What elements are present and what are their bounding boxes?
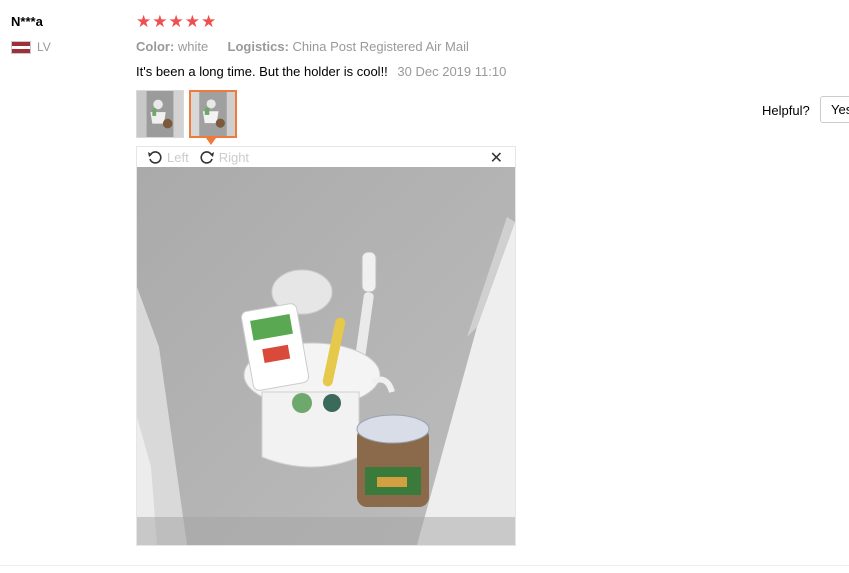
attr-key-color: Color:: [136, 39, 175, 54]
star-icon: ★: [168, 12, 184, 32]
photo-viewer: Left Right ✕: [136, 146, 516, 546]
photo-thumbnail[interactable]: [136, 90, 184, 138]
review-body: It's been a long time. But the holder is…: [136, 64, 506, 79]
helpful-label: Helpful?: [762, 103, 810, 118]
reviewer-country: LV: [11, 40, 51, 54]
review-date: 30 Dec 2019 11:10: [397, 64, 507, 79]
photo-thumbnail-image: [191, 92, 235, 136]
attr-key-logistics: Logistics:: [227, 39, 289, 54]
close-icon[interactable]: ✕: [490, 148, 503, 168]
photo-thumbnails: [136, 90, 237, 138]
order-attributes: Color: white Logistics: China Post Regis…: [136, 39, 469, 54]
attr-value-logistics: China Post Registered Air Mail: [292, 39, 469, 54]
star-icon: ★: [201, 12, 217, 32]
reviewer-name: N***a: [11, 14, 43, 29]
star-rating: ★ ★ ★ ★ ★: [136, 12, 216, 32]
helpful-yes-button[interactable]: Yes: [820, 96, 849, 123]
star-icon: ★: [152, 12, 168, 32]
rotate-right-button[interactable]: Right: [199, 149, 249, 165]
star-icon: ★: [184, 12, 200, 32]
country-code: LV: [37, 40, 51, 54]
photo-thumbnail-selected[interactable]: [189, 90, 237, 138]
rotate-right-label: Right: [218, 149, 250, 165]
rotate-left-icon: [148, 151, 162, 164]
photo-thumbnail-image: [137, 91, 183, 137]
star-icon: ★: [136, 12, 152, 32]
photo-viewer-toolbar: Left Right ✕: [137, 147, 515, 167]
rotate-right-icon: [200, 151, 214, 164]
latvia-flag-icon: [11, 40, 31, 54]
rotate-left-label: Left: [167, 149, 189, 165]
review-divider: [0, 565, 849, 566]
selected-photo-caret: [206, 138, 216, 145]
rotate-left-button[interactable]: Left: [147, 149, 189, 165]
attr-value-color: white: [177, 39, 209, 54]
review-photo: [137, 167, 515, 545]
review-text: It's been a long time. But the holder is…: [136, 64, 388, 79]
